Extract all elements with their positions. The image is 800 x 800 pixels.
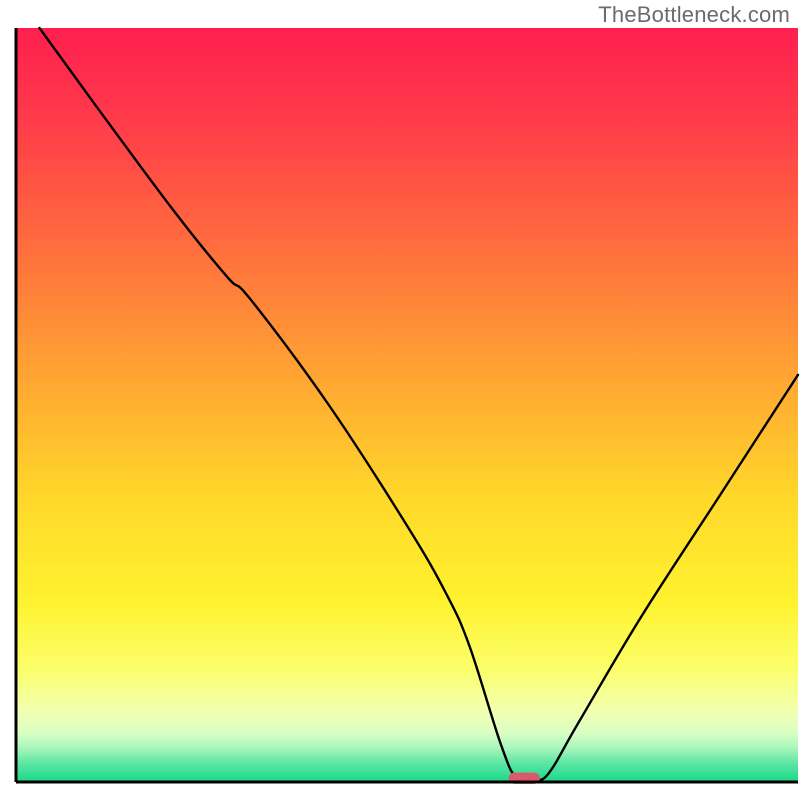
chart-container: TheBottleneck.com: [0, 0, 800, 800]
watermark-text: TheBottleneck.com: [598, 2, 790, 28]
bottleneck-plot: [0, 0, 800, 800]
gradient-background: [16, 28, 798, 782]
